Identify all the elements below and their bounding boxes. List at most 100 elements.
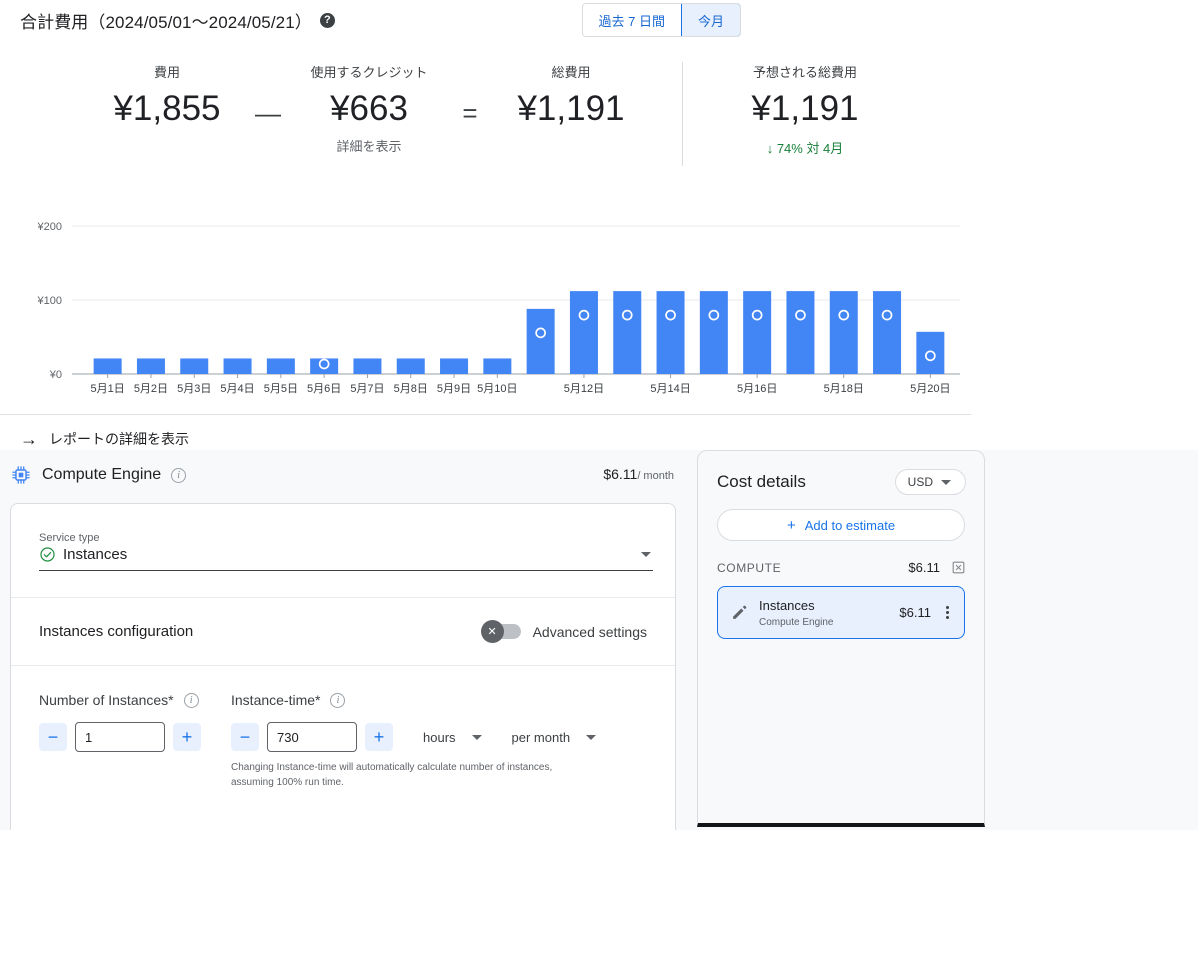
metric-cost: 費用 ¥1,855 xyxy=(92,62,242,129)
metric-credits: 使用するクレジット ¥663 詳細を表示 xyxy=(294,62,444,155)
svg-text:¥0: ¥0 xyxy=(49,369,62,381)
time-unit-value: hours xyxy=(423,729,456,745)
instance-time-info-icon[interactable]: i xyxy=(330,692,346,708)
compute-group-name: COMPUTE xyxy=(717,560,782,575)
help-icon[interactable]: ? xyxy=(319,13,335,28)
compute-group-row: COMPUTE $6.11 xyxy=(698,559,984,576)
service-type-value: Instances xyxy=(63,546,128,563)
estimate-item-subtitle: Compute Engine xyxy=(759,617,834,628)
instance-time-decrement-button[interactable]: − xyxy=(231,723,259,751)
estimate-item-instances[interactable]: Instances Compute Engine $6.11 xyxy=(717,586,965,639)
quantity-fields: Number of Instances* i − + Instance-time… xyxy=(11,666,675,790)
instances-configuration-title: Instances configuration xyxy=(39,623,194,640)
service-info-icon[interactable]: i xyxy=(171,467,187,483)
arrow-right-icon: → xyxy=(20,429,38,449)
cost-details-title: Cost details xyxy=(717,472,806,491)
estimate-item-text: Instances Compute Engine xyxy=(759,597,889,628)
page-title: 合計費用（2024/05/01〜2024/05/21） xyxy=(20,13,312,32)
metric-cost-value: ¥1,855 xyxy=(113,89,221,128)
svg-text:5月18日: 5月18日 xyxy=(824,383,864,395)
date-range-toggle[interactable]: 過去 7 日間 今月 xyxy=(581,3,741,37)
operator-equals: = xyxy=(462,98,478,128)
cost-details-panel: Cost details USD + Add to estimate COMPU… xyxy=(697,450,985,827)
advanced-settings-control[interactable]: ✕ Advanced settings xyxy=(480,620,647,643)
metric-forecast-value: ¥1,191 xyxy=(751,89,859,128)
number-of-instances-info-icon[interactable]: i xyxy=(183,692,199,708)
service-price-value: $6.11 xyxy=(603,466,638,482)
svg-text:5月10日: 5月10日 xyxy=(477,383,517,395)
instances-configuration-row: Instances configuration ✕ Advanced setti… xyxy=(11,598,675,666)
currency-value: USD xyxy=(907,475,933,489)
svg-text:5月5日: 5月5日 xyxy=(264,383,298,395)
svg-text:5月2日: 5月2日 xyxy=(134,383,168,395)
metric-credits-label: 使用するクレジット xyxy=(310,65,428,80)
metric-total-value: ¥1,191 xyxy=(517,89,625,128)
billing-metrics-row: 費用 ¥1,855 — 使用するクレジット ¥663 詳細を表示 = 総費用 ¥… xyxy=(0,62,971,166)
instances-decrement-button[interactable]: − xyxy=(39,723,67,751)
metric-total-label: 総費用 xyxy=(551,65,591,80)
chevron-down-icon xyxy=(586,734,597,740)
billing-summary-card: 合計費用（2024/05/01〜2024/05/21） ? 過去 7 日間 今月… xyxy=(0,0,971,415)
service-name: Compute Engine xyxy=(42,466,162,483)
service-type-label: Service type xyxy=(39,532,100,544)
instances-increment-button[interactable]: + xyxy=(173,723,201,751)
view-report-details-link[interactable]: → レポートの詳細を表示 xyxy=(20,429,189,449)
svg-text:5月16日: 5月16日 xyxy=(737,383,777,395)
cost-bar-chart-svg: ¥0 ¥100 ¥200 5月1日 5月2日 5月3日 5月4日 5月5日 5月6日 5月7日 5月… xyxy=(37,221,960,395)
range-button-last7days[interactable]: 過去 7 日間 xyxy=(582,4,681,36)
instance-time-helper-note: Changing Instance-time will automaticall… xyxy=(231,762,553,788)
svg-text:5月6日: 5月6日 xyxy=(307,383,341,395)
number-of-instances-input[interactable] xyxy=(75,722,165,752)
currency-select[interactable]: USD xyxy=(894,469,966,495)
service-header: Compute Engine i $6.11/ month xyxy=(0,450,686,492)
toggle-knob-x-icon: ✕ xyxy=(480,620,504,643)
service-price: $6.11/ month xyxy=(603,466,674,482)
chevron-down-icon xyxy=(641,552,651,557)
calculator-card: Service type Instances Instances configu… xyxy=(10,503,676,830)
instance-time-group: Instance-time* i − + hours per month xyxy=(231,692,597,790)
calculator-form-column: Compute Engine i $6.11/ month Service ty… xyxy=(0,450,686,830)
number-of-instances-label: Number of Instances* xyxy=(39,692,174,708)
service-price-period: / month xyxy=(637,470,674,482)
compute-group-price: $6.11 xyxy=(908,560,940,575)
cpu-chip-icon xyxy=(12,466,30,484)
kebab-menu-icon[interactable] xyxy=(941,602,954,623)
instance-time-increment-button[interactable]: + xyxy=(365,723,393,751)
time-period-select[interactable]: per month xyxy=(512,730,597,745)
svg-text:5月7日: 5月7日 xyxy=(350,383,384,395)
advanced-settings-label: Advanced settings xyxy=(532,623,647,640)
svg-text:5月20日: 5月20日 xyxy=(910,383,950,395)
instance-time-label: Instance-time* xyxy=(231,692,321,708)
svg-text:5月8日: 5月8日 xyxy=(394,383,428,395)
metric-total: 総費用 ¥1,191 xyxy=(496,62,646,129)
view-report-details-label: レポートの詳細を表示 xyxy=(49,431,189,447)
svg-text:5月1日: 5月1日 xyxy=(91,383,125,395)
advanced-settings-toggle[interactable]: ✕ xyxy=(480,620,521,643)
pencil-icon[interactable] xyxy=(730,603,749,622)
range-button-this-month[interactable]: 今月 xyxy=(680,4,740,36)
check-circle-icon xyxy=(40,547,55,562)
add-to-estimate-label: Add to estimate xyxy=(804,517,896,533)
svg-text:¥100: ¥100 xyxy=(37,295,62,307)
time-unit-select[interactable]: hours xyxy=(423,730,482,745)
number-of-instances-label-row: Number of Instances* i xyxy=(39,692,201,708)
service-type-select[interactable]: Instances xyxy=(39,546,653,571)
pricing-calculator-area: Compute Engine i $6.11/ month Service ty… xyxy=(0,450,1198,830)
instance-time-input[interactable] xyxy=(267,722,357,752)
instance-time-label-row: Instance-time* i xyxy=(231,692,596,708)
cost-bar-chart: ¥0 ¥100 ¥200 5月1日 5月2日 5月3日 5月4日 5月5日 5月6日 5月7日 5月… xyxy=(0,205,971,405)
number-of-instances-stepper: − + xyxy=(39,722,201,752)
service-type-field: Service type Instances xyxy=(11,504,675,598)
show-details-link[interactable]: 詳細を表示 xyxy=(336,136,401,155)
metrics-divider xyxy=(682,62,683,166)
metric-forecast-label: 予想される総費用 xyxy=(752,65,857,80)
estimate-item-price: $6.11 xyxy=(899,605,931,620)
add-to-estimate-button[interactable]: + Add to estimate xyxy=(717,509,965,541)
instance-time-stepper: − + hours per month xyxy=(231,722,597,752)
number-of-instances-group: Number of Instances* i − + xyxy=(39,692,201,790)
cost-details-header: Cost details USD xyxy=(698,451,984,495)
svg-text:5月12日: 5月12日 xyxy=(564,383,604,395)
svg-text:5月4日: 5月4日 xyxy=(220,383,254,395)
svg-text:5月3日: 5月3日 xyxy=(177,383,211,395)
trash-icon[interactable] xyxy=(950,559,967,576)
